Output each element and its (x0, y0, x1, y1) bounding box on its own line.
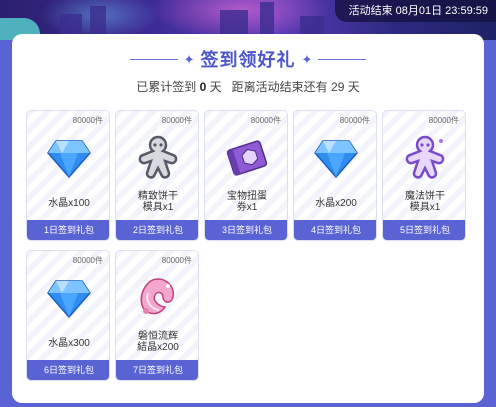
reward-day-label: 6日签到礼包 (27, 360, 109, 380)
reward-day-label: 5日签到礼包 (383, 220, 465, 240)
cookie-mold-icon (138, 135, 178, 179)
page-title: 签到领好礼 (200, 50, 296, 70)
magic-cookie-mold-icon (405, 135, 445, 179)
reward-name-line: 精致饼干 (138, 191, 178, 202)
days-left-count: 29 (331, 80, 345, 94)
reward-card-day3[interactable]: 80000件 宝物扭蛋 券x1 3日签到礼包 (204, 110, 288, 241)
reward-name-line: 結晶x200 (137, 342, 179, 353)
sign-in-panel: ✦ 签到领好礼 ✦ 已累计签到 0 天 距离活动结束还有 29 天 80000件… (12, 34, 484, 403)
crystal-icon (314, 140, 358, 179)
reward-name-line: 魔法饼干 (405, 191, 445, 202)
stock-count: 80000件 (72, 256, 103, 265)
stock-count: 80000件 (250, 116, 281, 125)
reward-name: 精致饼干 模具x1 (116, 191, 198, 213)
reward-day-label: 3日签到礼包 (205, 220, 287, 240)
reward-name: 水晶x200 (315, 198, 357, 209)
stock-count: 80000件 (161, 256, 192, 265)
reward-name-line: 宝物扭蛋 (227, 191, 267, 202)
stock-count: 80000件 (72, 116, 103, 125)
sparkle-icon: ✦ (183, 51, 195, 67)
reward-name: 宝物扭蛋 券x1 (205, 191, 287, 213)
stock-count: 80000件 (428, 116, 459, 125)
title-divider-left (129, 58, 178, 60)
reward-name: 魔法饼干 模具x1 (383, 191, 465, 213)
days-signed-count: 0 (199, 80, 207, 94)
progress-label: 天 距离活动结束还有 (209, 80, 328, 94)
reward-name-line: 券x1 (236, 202, 258, 213)
reward-day-label: 2日签到礼包 (116, 220, 198, 240)
reward-name: 水晶x300 (48, 338, 90, 349)
crystal-icon (47, 140, 91, 179)
sparkle-icon: ✦ (301, 51, 313, 67)
reward-card-day1[interactable]: 80000件 水晶x100 1日签到礼包 (26, 110, 110, 241)
reward-name-line: 模具x1 (142, 202, 174, 213)
progress-label: 天 (347, 80, 360, 94)
reward-card-day6[interactable]: 80000件 水晶x300 6日签到礼包 (26, 250, 110, 381)
crystal-icon (47, 280, 91, 319)
radiant-crystal-icon (140, 278, 175, 315)
reward-name-line: 模具x1 (409, 202, 441, 213)
stock-count: 80000件 (339, 116, 370, 125)
sign-in-progress: 已累计签到 0 天 距离活动结束还有 29 天 (12, 78, 484, 95)
reward-card-day5[interactable]: 80000件 魔法饼干 模具x1 5日签到礼包 (382, 110, 466, 241)
gacha-ticket-icon (226, 140, 268, 176)
reward-day-label: 7日签到礼包 (116, 360, 198, 380)
reward-name: 磐恒流辉 結晶x200 (116, 331, 198, 353)
event-end-time: 活动结束 08月01日 23:59:59 (334, 0, 496, 22)
reward-name-line: 磐恒流辉 (138, 331, 178, 342)
reward-card-day2[interactable]: 80000件 精致饼干 模具x1 2日签到礼包 (115, 110, 199, 241)
reward-day-label: 4日签到礼包 (294, 220, 376, 240)
reward-card-day4[interactable]: 80000件 水晶x200 4日签到礼包 (293, 110, 377, 241)
reward-name: 水晶x100 (48, 198, 90, 209)
reward-card-day7[interactable]: 80000件 磐恒流辉 結晶x200 7日签到礼包 (115, 250, 199, 381)
panel-title-row: ✦ 签到领好礼 ✦ (12, 46, 484, 72)
reward-day-label: 1日签到礼包 (27, 220, 109, 240)
title-divider-right (318, 58, 367, 60)
progress-label: 已累计签到 (136, 80, 197, 94)
stock-count: 80000件 (161, 116, 192, 125)
